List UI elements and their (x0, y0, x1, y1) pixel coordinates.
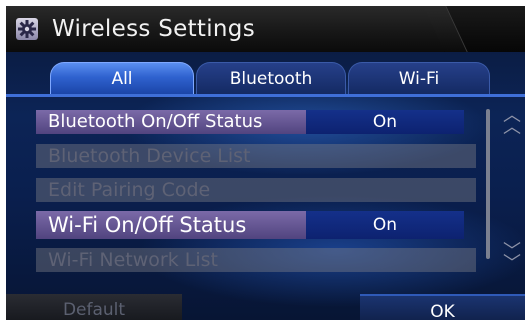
bluetooth-status-value: On (306, 110, 464, 134)
wifi-network-list-row: Wi-Fi Network List (36, 248, 476, 272)
scroll-down-icon[interactable]: ﹀ ﹀ (503, 243, 521, 273)
edit-pairing-code-row: Edit Pairing Code (36, 178, 476, 202)
tab-bluetooth-label: Bluetooth (229, 69, 313, 89)
wifi-network-list-label: Wi-Fi Network List (36, 248, 476, 272)
tab-wifi-label: Wi-Fi (398, 69, 440, 89)
tab-all[interactable]: All (50, 62, 194, 94)
scrollbar[interactable] (486, 109, 490, 259)
bluetooth-status-row[interactable]: Bluetooth On/Off Status On (36, 110, 464, 134)
wireless-settings-screen: Wireless Settings All Bluetooth Wi-Fi Bl… (6, 6, 525, 320)
default-button[interactable]: Default (6, 294, 182, 320)
title-bar: Wireless Settings (6, 6, 525, 52)
title-bar-corner (444, 6, 525, 52)
scroll-up-icon[interactable]: ︿ ︿ (503, 107, 521, 137)
wifi-status-label: Wi-Fi On/Off Status (36, 211, 316, 239)
gear-icon (16, 18, 38, 40)
tab-bar: All Bluetooth Wi-Fi (6, 58, 525, 98)
edit-pairing-code-label: Edit Pairing Code (36, 178, 476, 202)
wifi-status-row[interactable]: Wi-Fi On/Off Status On (36, 211, 464, 239)
wifi-status-value: On (306, 211, 464, 239)
tab-wifi[interactable]: Wi-Fi (348, 62, 490, 94)
bluetooth-status-label: Bluetooth On/Off Status (36, 110, 316, 134)
tab-underline (6, 94, 525, 97)
ok-button[interactable]: OK (360, 294, 525, 320)
tab-all-label: All (111, 69, 133, 89)
tab-bluetooth[interactable]: Bluetooth (196, 62, 346, 94)
page-title: Wireless Settings (52, 16, 255, 42)
bluetooth-device-list-label: Bluetooth Device List (36, 144, 476, 168)
bluetooth-device-list-row: Bluetooth Device List (36, 144, 476, 168)
